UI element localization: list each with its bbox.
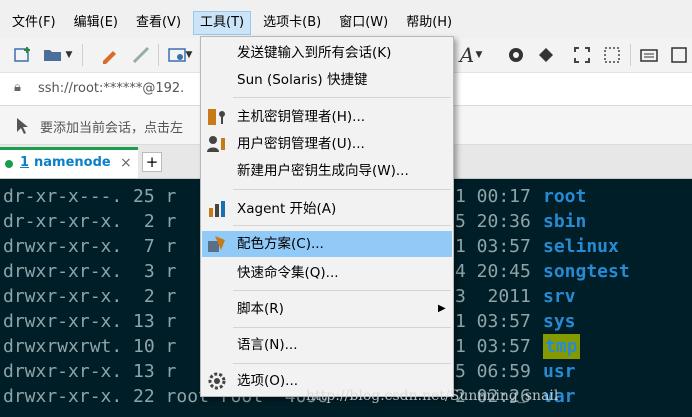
color-scheme-icon — [207, 235, 227, 253]
menu-separator — [233, 225, 451, 226]
fullscreen-icon[interactable] — [571, 44, 593, 66]
menu-item-send-keys[interactable]: 发送键输入到所有会话(K) — [202, 40, 452, 66]
chevron-down-icon[interactable]: ▼ — [474, 44, 484, 66]
menu-item-user-keys[interactable]: 用户密钥管理者(U)... — [202, 131, 452, 157]
hint-text: 要添加当前会话，点击左 — [40, 121, 184, 136]
terminal-time: 1 03:57 — [455, 236, 531, 257]
disconnect-icon[interactable] — [130, 44, 152, 66]
menu-item-key-wizard[interactable]: 新建用户密钥生成向导(W)... — [202, 158, 452, 184]
terminal-filename: sbin — [543, 211, 587, 232]
terminal-filename: songtest — [543, 261, 630, 282]
transparent-icon[interactable] — [601, 44, 623, 66]
menu-item-language[interactable]: 语言(N)... — [202, 332, 452, 358]
open-folder-icon[interactable] — [42, 44, 64, 66]
watermark: http://blog.csdn.net/Sunnning_snail — [306, 388, 559, 404]
toolbar-divider — [630, 44, 631, 66]
menu-item-xagent[interactable]: Xagent 开始(A) — [202, 196, 452, 222]
chevron-down-icon[interactable]: ▼ — [64, 44, 74, 66]
terminal-time: 4 20:45 — [455, 261, 531, 282]
gear-icon — [207, 372, 227, 390]
terminal-filename: sys — [543, 311, 576, 332]
address-text[interactable]: ssh://root:******@192. — [38, 81, 184, 96]
menu-separator — [233, 290, 451, 291]
menu-tools[interactable]: 工具(T) — [193, 11, 252, 35]
menu-separator — [233, 363, 451, 364]
add-session-icon[interactable] — [14, 116, 32, 138]
host-key-icon — [207, 108, 227, 126]
user-key-icon — [207, 135, 227, 153]
menu-edit[interactable]: 编辑(E) — [68, 11, 124, 35]
terminal-filename: selinux — [543, 236, 619, 257]
menu-separator — [233, 327, 451, 328]
edit-icon[interactable] — [98, 44, 120, 66]
terminal-time: 3 2011 — [455, 286, 531, 307]
terminal-line: dr-xr-xr-x. 2 r — [3, 211, 177, 232]
tab-label: namenode — [34, 155, 111, 170]
menu-tabs[interactable]: 选项卡(B) — [257, 11, 327, 35]
menu-view[interactable]: 查看(V) — [130, 11, 187, 35]
menu-item-quick-commands[interactable]: 快速命令集(Q)... — [202, 260, 452, 286]
tools-menu: 发送键输入到所有会话(K) Sun (Solaris) 快捷键 主机密钥管理者(… — [200, 36, 454, 397]
xftp-icon[interactable] — [535, 44, 557, 66]
terminal-filename: tmp — [543, 334, 580, 359]
terminal-line: drwxr-xr-x. 2 r — [3, 286, 177, 307]
terminal-filename: usr — [543, 361, 576, 382]
lock-icon: 🔒︎ — [14, 80, 21, 95]
terminal-time: 1 03:57 — [455, 311, 531, 332]
terminal-time: 5 20:36 — [455, 211, 531, 232]
terminal-line: drwxr-xr-x. 13 r — [3, 311, 177, 332]
tab-namenode[interactable]: 1 namenode × — [0, 147, 138, 178]
close-icon[interactable]: × — [120, 155, 132, 171]
terminal-time: 1 00:17 — [455, 186, 531, 207]
toolbar-divider — [158, 44, 159, 66]
menu-item-host-keys[interactable]: 主机密钥管理者(H)... — [202, 104, 452, 130]
new-session-icon[interactable] — [12, 44, 34, 66]
menu-item-sun-keys[interactable]: Sun (Solaris) 快捷键 — [202, 67, 452, 93]
menu-file[interactable]: 文件(F) — [6, 11, 62, 35]
menubar: 文件(F) 编辑(E) 查看(V) 工具(T) 选项卡(B) 窗口(W) 帮助(… — [0, 11, 692, 35]
terminal-filename: root — [543, 186, 587, 207]
more-icon[interactable] — [668, 44, 690, 66]
toolbar-divider — [82, 44, 83, 66]
terminal-filename: srv — [543, 286, 576, 307]
status-dot-icon — [5, 160, 13, 168]
terminal-line: dr-xr-x---. 25 r — [3, 186, 177, 207]
add-tab-button[interactable]: + — [142, 152, 162, 172]
tab-number: 1 — [20, 155, 30, 170]
menu-window[interactable]: 窗口(W) — [333, 11, 394, 35]
title-strip — [0, 0, 692, 10]
menu-separator — [233, 189, 451, 190]
xagent-icon[interactable] — [505, 44, 527, 66]
menu-separator — [233, 97, 451, 98]
terminal-line: drwxr-xr-x. 3 r — [3, 261, 177, 282]
terminal-line: drwxrwxrwt. 10 r — [3, 336, 177, 357]
menu-help[interactable]: 帮助(H) — [400, 11, 458, 35]
terminal-line: drwxr-xr-x. 7 r — [3, 236, 177, 257]
chevron-down-icon[interactable]: ▼ — [184, 44, 194, 66]
terminal-line: drwxr-xr-x. 13 r — [3, 361, 177, 382]
menu-item-scripts[interactable]: 脚本(R) ▶ — [202, 296, 452, 322]
terminal-time: 5 06:59 — [455, 361, 531, 382]
menu-item-color-scheme[interactable]: 配色方案(C)... — [202, 231, 452, 257]
submenu-arrow-icon: ▶ — [438, 303, 446, 314]
terminal-time: 1 03:57 — [455, 336, 531, 357]
keyboard-icon[interactable] — [638, 44, 660, 66]
xagent-icon — [207, 200, 227, 218]
